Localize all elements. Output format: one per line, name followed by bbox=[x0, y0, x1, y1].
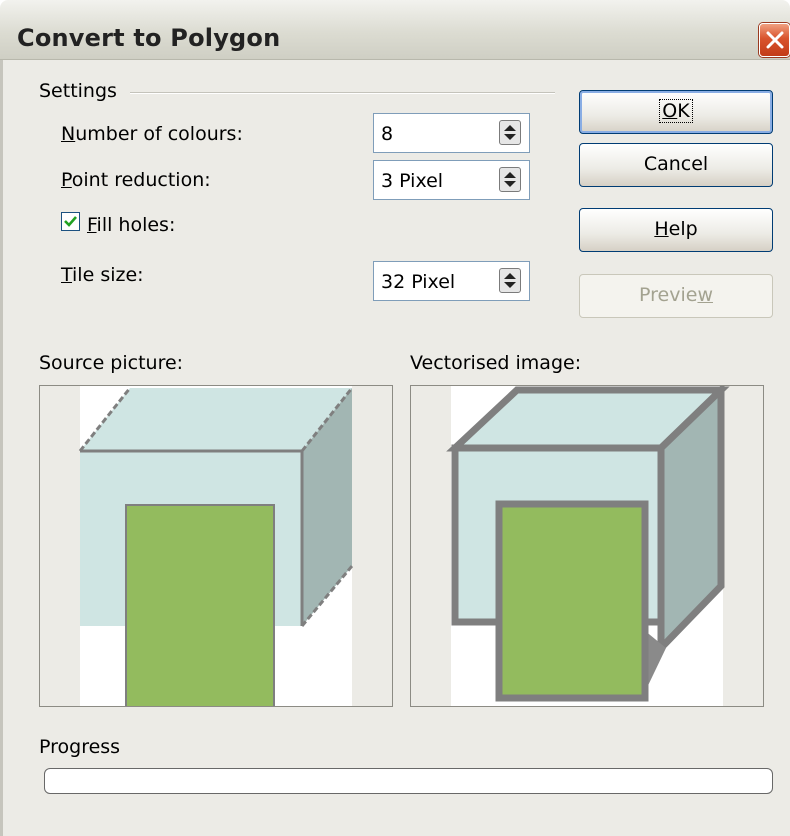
fill-accel: F bbox=[87, 214, 97, 236]
vectorised-image-label: Vectorised image: bbox=[410, 352, 582, 374]
vectorised-cube-image bbox=[446, 386, 730, 706]
point-reduction-spinner[interactable]: 3 Pixel bbox=[373, 160, 530, 200]
settings-group-label: Settings bbox=[39, 80, 117, 102]
point-label-text: oint reduction: bbox=[71, 169, 211, 191]
preview-accel: w bbox=[697, 284, 713, 306]
source-picture-preview bbox=[39, 385, 393, 707]
close-x-icon bbox=[766, 31, 784, 49]
point-reduction-value[interactable]: 3 Pixel bbox=[381, 170, 443, 192]
vectorised-image-preview bbox=[410, 385, 764, 707]
help-label-text: elp bbox=[668, 218, 698, 240]
source-picture-label: Source picture: bbox=[39, 352, 184, 374]
number-of-colours-label: Number of colours: bbox=[61, 123, 243, 145]
tile-size-spinner[interactable]: 32 Pixel bbox=[373, 261, 530, 301]
point-reduction-label: Point reduction: bbox=[61, 169, 211, 191]
help-button[interactable]: Help bbox=[579, 208, 773, 252]
colours-label-text: umber of colours: bbox=[75, 123, 243, 145]
fill-holes-label[interactable]: Fill holes: bbox=[87, 214, 175, 236]
ok-accel: O bbox=[662, 100, 678, 122]
number-of-colours-value[interactable]: 8 bbox=[381, 123, 393, 145]
spin-arrows-icon[interactable] bbox=[499, 120, 521, 145]
window-left-border bbox=[0, 60, 3, 836]
tile-size-label: Tile size: bbox=[61, 264, 144, 286]
title-bar[interactable]: Convert to Polygon bbox=[0, 0, 790, 60]
fill-holes-checkbox[interactable] bbox=[61, 212, 80, 231]
help-accel: H bbox=[654, 218, 669, 240]
ok-button[interactable]: OK bbox=[579, 90, 773, 134]
dialog-title: Convert to Polygon bbox=[17, 24, 281, 52]
ok-button-label: OK bbox=[659, 99, 693, 123]
checkmark-icon bbox=[64, 216, 77, 227]
convert-to-polygon-dialog: Convert to Polygon Settings Number of co… bbox=[0, 0, 790, 836]
settings-group-divider bbox=[130, 92, 555, 94]
number-of-colours-spinner[interactable]: 8 bbox=[373, 113, 530, 153]
tile-size-value[interactable]: 32 Pixel bbox=[381, 271, 455, 293]
cancel-button[interactable]: Cancel bbox=[579, 143, 773, 187]
preview-label-text: Previe bbox=[639, 284, 698, 306]
tile-label-text: ile size: bbox=[72, 264, 144, 286]
preview-button[interactable]: Preview bbox=[579, 274, 773, 318]
progress-label: Progress bbox=[39, 736, 121, 758]
spin-arrows-icon[interactable] bbox=[499, 268, 521, 293]
fill-label-text: ill holes: bbox=[96, 214, 176, 236]
point-accel: P bbox=[61, 169, 72, 191]
tile-accel: T bbox=[61, 264, 73, 286]
colours-accel: N bbox=[61, 123, 76, 145]
source-cube-image bbox=[78, 386, 354, 706]
ok-label-text: K bbox=[677, 100, 690, 122]
spin-arrows-icon[interactable] bbox=[499, 167, 521, 192]
progress-bar bbox=[44, 768, 773, 794]
close-button[interactable] bbox=[759, 23, 790, 57]
